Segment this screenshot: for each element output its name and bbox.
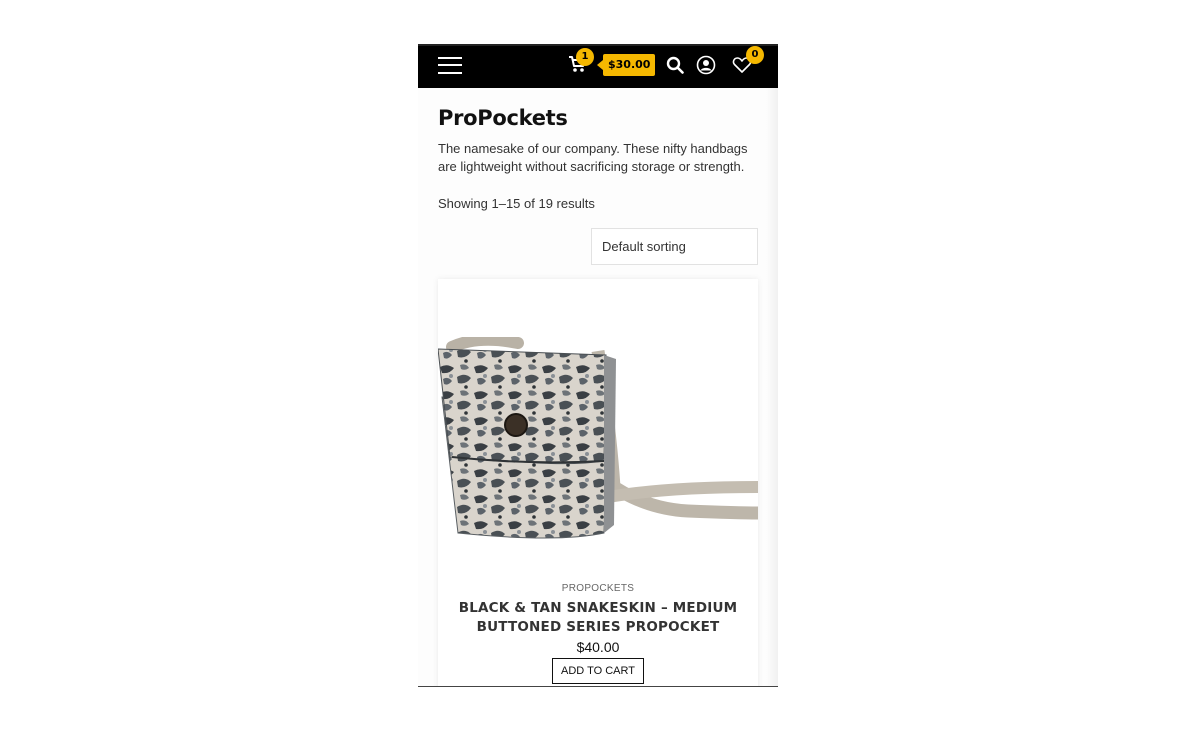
product-image[interactable] <box>438 337 758 563</box>
product-card: PROPOCKETS BLACK & TAN SNAKESKIN – MEDIU… <box>438 279 758 686</box>
cart-count-badge: 1 <box>576 48 594 66</box>
page-title: ProPockets <box>438 106 568 130</box>
search-icon[interactable] <box>666 56 684 74</box>
category-description: The namesake of our company. These nifty… <box>438 141 748 174</box>
mobile-viewport: 1 $30.00 0 ProPockets The namesake of ou… <box>418 44 778 687</box>
add-to-cart-button[interactable]: ADD TO CART <box>552 658 644 684</box>
top-bar: 1 $30.00 0 <box>418 44 778 88</box>
product-price: $40.00 <box>576 639 620 655</box>
product-name[interactable]: BLACK & TAN SNAKESKIN – MEDIUM BUTTONED … <box>438 599 758 637</box>
cart-total[interactable]: $30.00 <box>596 54 656 76</box>
menu-icon[interactable] <box>438 56 462 76</box>
sort-select[interactable]: Default sorting <box>591 228 758 265</box>
results-count: Showing 1–15 of 19 results <box>438 196 595 211</box>
product-category[interactable]: PROPOCKETS <box>438 583 758 594</box>
user-account-icon[interactable] <box>696 55 716 75</box>
wishlist-count-badge: 0 <box>746 46 764 64</box>
